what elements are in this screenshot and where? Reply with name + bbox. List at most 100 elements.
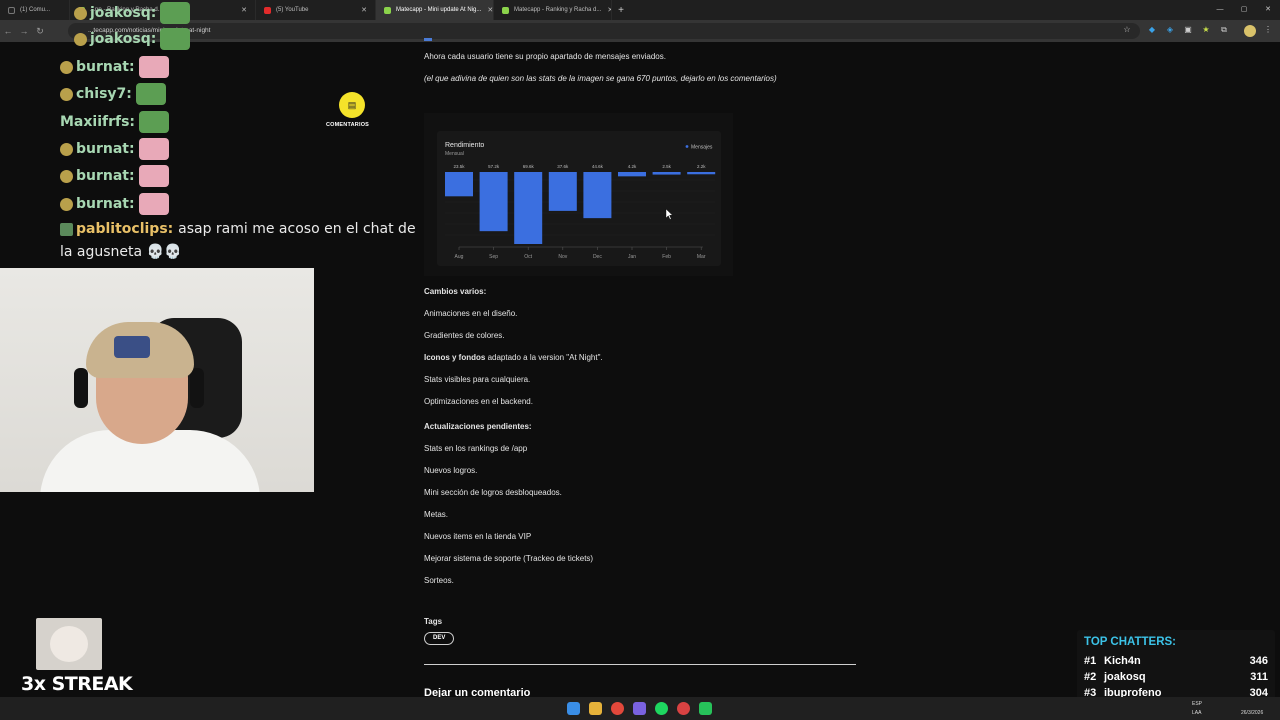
text: adaptado a la version "At Night".: [485, 353, 603, 362]
extension-icon[interactable]: ◆: [1146, 25, 1158, 37]
paragraph: Ahora cada usuario tiene su propio apart…: [424, 52, 666, 61]
list-item: Nuevos logros.: [424, 466, 478, 475]
chatter-count: 346: [1249, 655, 1268, 667]
tab-label: (5) YouTube: [276, 7, 309, 13]
bar-chart: Rendimiento Mensual Mensajes 23.5k Aug 57.2k S…: [445, 142, 716, 260]
badge-icon: [74, 32, 87, 46]
chrome-icon[interactable]: [611, 702, 624, 715]
chat-line: joakosq:: [74, 28, 191, 50]
section-title: Actualizaciones pendientes:: [424, 422, 532, 431]
bar-value-label: 37.6k: [557, 164, 569, 169]
streak-label: 3x STREAK: [21, 673, 133, 695]
chat-line: chisy7:: [60, 83, 166, 105]
chart-bar: [618, 172, 646, 177]
list-item: Mejorar sistema de soporte (Trackeo de t…: [424, 554, 594, 563]
extension-icon[interactable]: ◈: [1164, 25, 1176, 37]
bar-value-label: 2.2k: [697, 164, 706, 169]
chat-line: Maxiifrfs:: [60, 111, 170, 133]
bold-text: Iconos y fondos: [424, 353, 486, 362]
bar-value-label: 57.2k: [488, 164, 500, 169]
chart-bar: [514, 172, 543, 244]
comments-label: COMENTARIOS: [326, 122, 370, 128]
language-indicator[interactable]: ESP: [1192, 701, 1202, 707]
badge-icon: [60, 142, 73, 156]
list-item: Animaciones en el diseño.: [424, 309, 518, 318]
tab-4[interactable]: Matecapp - Mini update At Nig... ✕: [376, 0, 494, 20]
chat-line: burnat:: [60, 193, 169, 215]
forward-icon[interactable]: →: [16, 26, 32, 36]
list-item: Nuevos items en la tienda VIP: [424, 532, 532, 541]
app-icon[interactable]: [699, 702, 712, 715]
url-input[interactable]: ...tecapp.com/noticias/mini-update-at-ni…: [68, 23, 1140, 39]
chat-message: asap rami me acoso en el chat de: [178, 221, 416, 237]
badge-icon: [60, 87, 73, 101]
discord-icon[interactable]: [633, 702, 646, 715]
tab-5[interactable]: Matecapp - Ranking y Racha d...✕: [494, 0, 612, 20]
comments-button[interactable]: ▤: [339, 92, 365, 118]
chat-username: burnat:: [76, 196, 135, 212]
spotify-icon[interactable]: [655, 702, 668, 715]
minimize-icon[interactable]: —: [1208, 0, 1232, 20]
chart-bar: [652, 172, 681, 175]
stats-image: Rendimiento Mensual Mensajes 23.5k Aug 57.2k S…: [424, 113, 733, 276]
bookmark-icon[interactable]: ☆: [1121, 25, 1133, 37]
frog-emote-icon: [135, 83, 166, 105]
close-icon[interactable]: ✕: [601, 6, 611, 14]
close-icon[interactable]: ✕: [235, 6, 247, 14]
frog-emote-icon: [160, 2, 191, 24]
close-icon[interactable]: ✕: [481, 6, 493, 14]
chatter-name: joakosq: [1104, 671, 1146, 683]
chart-title: Rendimiento: [445, 142, 484, 149]
section-marker: [424, 38, 432, 41]
pink-emote-icon: [138, 56, 169, 78]
folder-icon[interactable]: [589, 702, 602, 715]
back-icon[interactable]: ←: [0, 26, 16, 36]
pink-emote-icon: [138, 138, 169, 160]
paragraph: (el que adivina de quien son las stats d…: [424, 74, 777, 83]
list-item: Metas.: [424, 510, 449, 519]
top-chatters-title: TOP CHATTERS:: [1084, 636, 1177, 648]
extension-icon[interactable]: ★: [1200, 25, 1212, 37]
pink-emote-icon: [138, 165, 169, 187]
extension-icon[interactable]: ▣: [1182, 25, 1194, 37]
chat-username: Maxiifrfs:: [60, 114, 136, 130]
tag-dev[interactable]: DEV: [424, 632, 455, 645]
chat-line: joakosq:: [74, 2, 191, 24]
top-chatter-row: #1 Kich4n 346: [1084, 655, 1268, 667]
reload-icon[interactable]: ↻: [32, 26, 48, 37]
x-tick-label: Mar: [697, 254, 706, 260]
close-window-icon[interactable]: ✕: [1256, 0, 1280, 20]
close-icon[interactable]: ✕: [355, 6, 367, 14]
frog-emote-icon: [139, 111, 170, 133]
tab-1[interactable]: (1) Comu...: [0, 0, 70, 20]
screen: { "browser": { "tabs": [ {"label": "(1) …: [0, 0, 1280, 720]
windows-start-icon[interactable]: [567, 702, 580, 715]
chat-line: la agusneta 💀💀: [60, 244, 181, 260]
language-indicator-2[interactable]: LAA: [1192, 710, 1201, 716]
legend-label: Mensajes: [691, 145, 713, 151]
tab-label: Matecapp - Mini update At Nig...: [396, 7, 482, 13]
bar-value-label: 69.6k: [523, 164, 535, 169]
new-tab-button[interactable]: +: [612, 5, 630, 16]
chat-line: pablitoclips: asap rami me acoso en el c…: [60, 221, 416, 237]
puzzle-icon[interactable]: ⧉: [1218, 25, 1230, 37]
menu-icon[interactable]: ⋮: [1262, 25, 1274, 37]
matecapp-icon: [384, 6, 391, 14]
chat-line: burnat:: [60, 56, 169, 78]
chat-line: burnat:: [60, 138, 169, 160]
clock-date[interactable]: 26/3/2026: [1241, 710, 1263, 716]
maximize-icon[interactable]: ▢: [1232, 0, 1256, 20]
legend-swatch: [685, 145, 689, 148]
badge-icon: [60, 169, 73, 183]
bar-value-label: 23.5k: [453, 164, 465, 169]
list-item: Sorteos.: [424, 576, 454, 585]
list-item: Stats visibles para cualquiera.: [424, 375, 531, 384]
divider: [424, 664, 856, 665]
tab-3[interactable]: (5) YouTube ✕: [256, 0, 376, 20]
pink-emote-icon: [138, 193, 169, 215]
app-icon[interactable]: [677, 702, 690, 715]
cap-flag: [114, 336, 150, 358]
matecapp-icon: [502, 6, 509, 14]
profile-avatar[interactable]: [1244, 25, 1256, 37]
rank: #1: [1084, 655, 1097, 667]
